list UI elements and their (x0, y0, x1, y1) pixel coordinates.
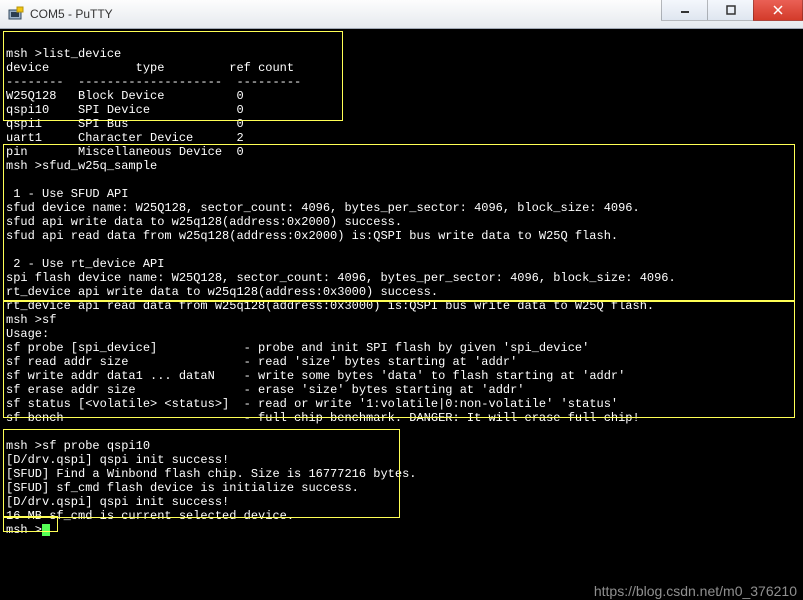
sf-probe-usage: sf probe [spi_device] - probe and init S… (6, 341, 589, 355)
sf-erase-usage: sf erase addr size - erase 'size' bytes … (6, 383, 525, 397)
cursor (42, 524, 50, 536)
usage-label: Usage: (6, 327, 49, 341)
sf-write-usage: sf write addr data1 ... dataN - write so… (6, 369, 625, 383)
rtdevice-api-header: 2 - Use rt_device API (6, 257, 164, 271)
maximize-button[interactable] (707, 0, 754, 21)
putty-icon (8, 6, 24, 22)
separator: -------- -------------------- --------- (6, 75, 301, 89)
cmd-sf: msh >sf (6, 313, 56, 327)
putty-window: COM5 - PuTTY msh >list_device device typ… (0, 0, 803, 600)
dev-pin: pin Miscellaneous Device 0 (6, 145, 244, 159)
cmd-sfud-sample: msh >sfud_w25q_sample (6, 159, 157, 173)
col-type: type (136, 61, 165, 75)
dev-w25q128: W25Q128 Block Device 0 (6, 89, 244, 103)
col-device: device (6, 61, 49, 75)
cmd-sf-probe: msh >sf probe qspi10 (6, 439, 150, 453)
col-ref: ref count (229, 61, 294, 75)
minimize-button[interactable] (661, 0, 708, 21)
cmd-list-device: msh >list_device (6, 47, 121, 61)
sf-bench-usage: sf bench - full chip benchmark. DANGER: … (6, 411, 640, 425)
sf-read-usage: sf read addr size - read 'size' bytes st… (6, 355, 517, 369)
sf-status-usage: sf status [<volatile> <status>] - read o… (6, 397, 618, 411)
prompt: msh > (6, 523, 42, 537)
watermark: https://blog.csdn.net/m0_376210 (594, 584, 797, 598)
dev-uart1: uart1 Character Device 2 (6, 131, 244, 145)
dev-qspi1: qspi1 SPI Bus 0 (6, 117, 244, 131)
close-button[interactable] (753, 0, 803, 21)
terminal[interactable]: msh >list_device device type ref count -… (0, 29, 803, 600)
dev-qspi10: qspi10 SPI Device 0 (6, 103, 244, 117)
window-title: COM5 - PuTTY (30, 7, 113, 21)
titlebar[interactable]: COM5 - PuTTY (0, 0, 803, 29)
sfud-api-header: 1 - Use SFUD API (6, 187, 128, 201)
